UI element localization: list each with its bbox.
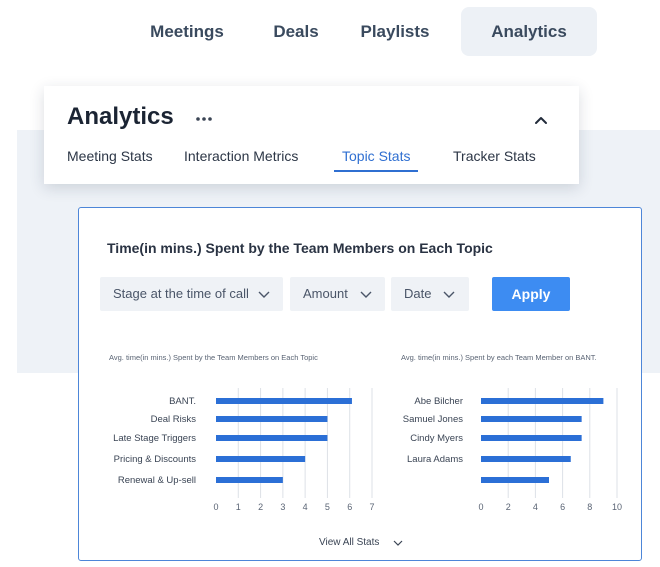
tick-label: 7 (369, 502, 374, 512)
bar (216, 435, 328, 441)
bar (216, 398, 352, 404)
tick-label: 8 (587, 502, 592, 512)
bar (216, 416, 328, 422)
bar (481, 398, 604, 404)
tab-topic-stats[interactable]: Topic Stats (342, 148, 410, 164)
nav-item-deals[interactable]: Deals (256, 7, 336, 56)
topic-stats-charts: Avg. time(in mins.) Spent by the Team Me… (109, 353, 622, 512)
top-navigation: Meetings Deals Playlists Analytics (0, 0, 660, 64)
category-label: Abe Bilcher (414, 396, 463, 407)
chevron-down-icon (443, 291, 455, 298)
category-label: Late Stage Triggers (113, 433, 196, 444)
amount-filter-dropdown[interactable]: Amount (290, 277, 385, 311)
bar (216, 477, 283, 483)
nav-item-playlists[interactable]: Playlists (346, 7, 444, 56)
panel-title: Time(in mins.) Spent by the Team Members… (107, 240, 493, 256)
tick-label: 4 (533, 502, 538, 512)
tick-label: 10 (612, 502, 622, 512)
chevron-up-icon[interactable] (531, 110, 551, 130)
stage-filter-label: Stage at the time of call (113, 286, 249, 301)
chevron-down-icon[interactable] (392, 539, 404, 548)
category-label: Pricing & Discounts (114, 454, 197, 465)
chevron-down-icon (360, 291, 372, 298)
bar (216, 456, 306, 462)
bar-chart-2: Avg. time(in mins.) Spent by each Team M… (401, 353, 622, 512)
bar-chart-1: Avg. time(in mins.) Spent by the Team Me… (109, 353, 375, 512)
stage-filter-dropdown[interactable]: Stage at the time of call (100, 277, 283, 311)
date-filter-dropdown[interactable]: Date (391, 277, 469, 311)
tab-meeting-stats[interactable]: Meeting Stats (67, 148, 153, 164)
amount-filter-label: Amount (303, 286, 348, 301)
category-label: Renewal & Up-sell (118, 475, 196, 486)
category-label: BANT. (169, 396, 196, 407)
nav-item-meetings[interactable]: Meetings (132, 7, 242, 56)
bar (481, 456, 571, 462)
more-horizontal-icon[interactable] (194, 107, 218, 131)
apply-button[interactable]: Apply (492, 277, 570, 311)
analytics-header-card: Analytics Meeting Stats Interaction Metr… (44, 86, 579, 184)
tick-label: 1 (236, 502, 241, 512)
nav-item-analytics[interactable]: Analytics (461, 7, 597, 56)
tick-label: 2 (258, 502, 263, 512)
tick-label: 4 (303, 502, 308, 512)
tab-tracker-stats[interactable]: Tracker Stats (453, 148, 536, 164)
tick-label: 0 (213, 502, 218, 512)
page-title: Analytics (67, 103, 174, 130)
category-label: Samuel Jones (403, 414, 463, 425)
tick-label: 5 (325, 502, 330, 512)
date-filter-label: Date (404, 286, 432, 301)
topic-stats-panel: Time(in mins.) Spent by the Team Members… (78, 207, 642, 561)
tick-label: 6 (560, 502, 565, 512)
tab-interaction-metrics[interactable]: Interaction Metrics (184, 148, 298, 164)
bar (481, 416, 582, 422)
active-tab-indicator (334, 170, 418, 172)
bar (481, 477, 549, 483)
tick-label: 2 (506, 502, 511, 512)
tick-label: 0 (478, 502, 483, 512)
category-label: Cindy Myers (410, 433, 463, 444)
chevron-down-icon (258, 291, 270, 298)
view-all-stats-link[interactable]: View All Stats (319, 537, 379, 548)
bar (481, 435, 582, 441)
chart-title: Avg. time(in mins.) Spent by the Team Me… (109, 353, 318, 362)
tick-label: 3 (280, 502, 285, 512)
category-label: Laura Adams (407, 454, 463, 465)
tick-label: 6 (347, 502, 352, 512)
category-label: Deal Risks (151, 414, 197, 425)
chart-title: Avg. time(in mins.) Spent by each Team M… (401, 353, 597, 362)
